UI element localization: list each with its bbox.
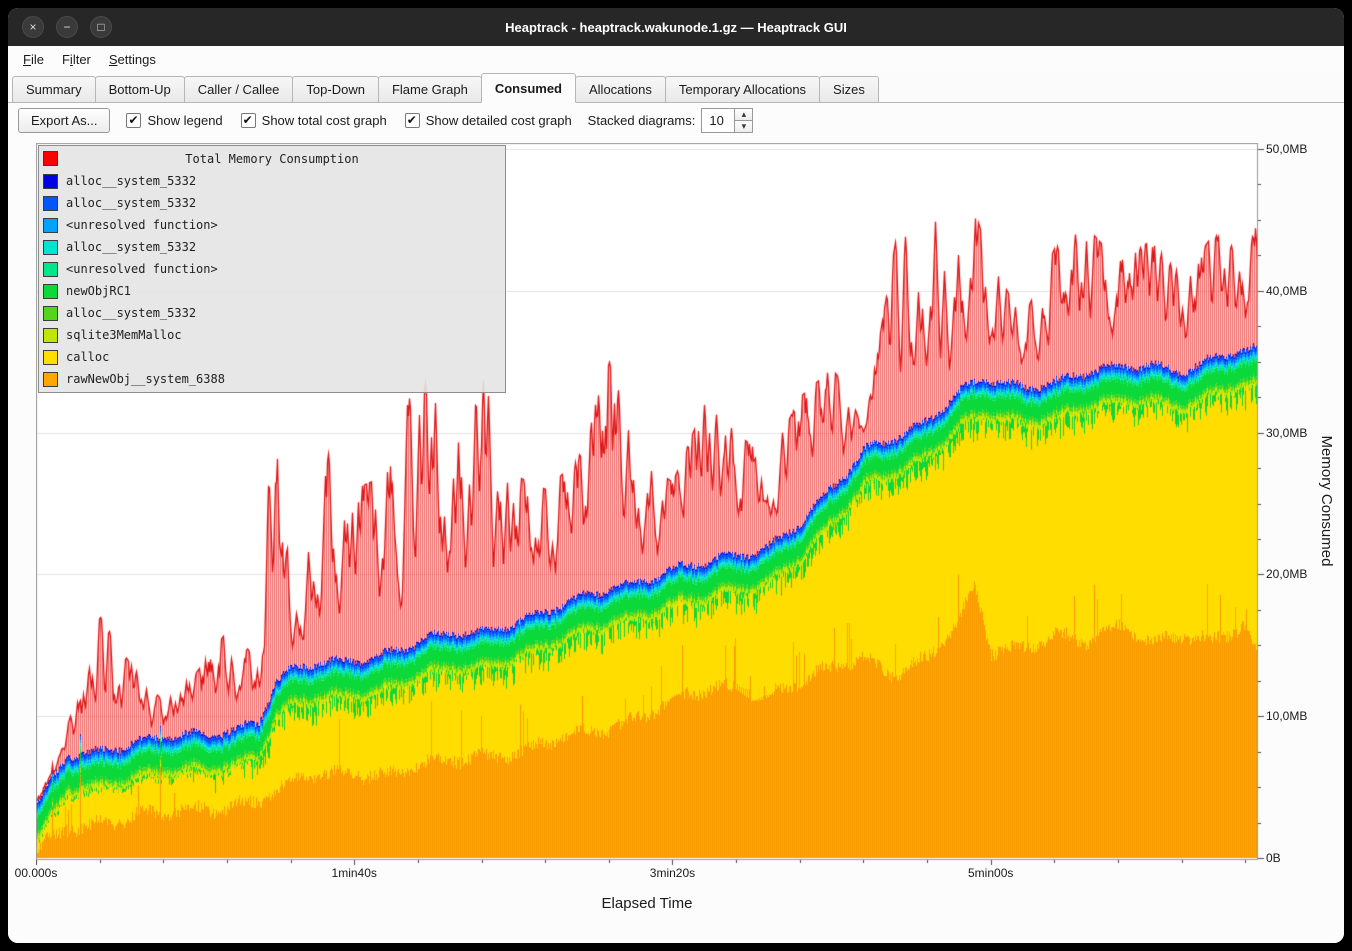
legend-title-row: Total Memory Consumption [39, 148, 505, 170]
x-axis-tick-label: 5min00s [968, 866, 1013, 880]
y-axis-tick-label: 40,0MB [1266, 284, 1307, 298]
legend-swatch-icon [43, 262, 58, 277]
chart-legend: Total Memory Consumption alloc__system_5… [38, 145, 506, 393]
y-axis-tick-label: 10,0MB [1266, 709, 1307, 723]
chart-toolbar: Export As... Show legend Show total cost… [8, 103, 1344, 138]
tab[interactable]: Top-Down [292, 76, 379, 103]
window-minimize-button[interactable]: − [56, 16, 78, 38]
legend-swatch-icon [43, 240, 58, 255]
legend-swatch-icon [43, 284, 58, 299]
chart-region: Total Memory Consumption alloc__system_5… [8, 138, 1344, 943]
y-axis-tick-label: 50,0MB [1266, 142, 1307, 156]
legend-item: <unresolved function> [39, 214, 505, 236]
legend-swatch-icon [43, 350, 58, 365]
legend-item-label: calloc [66, 350, 109, 364]
checkbox-icon[interactable] [405, 113, 420, 128]
legend-item-label: alloc__system_5332 [66, 306, 196, 320]
checkbox-label: Show detailed cost graph [426, 113, 572, 128]
window-close-button[interactable]: × [22, 16, 44, 38]
app-window: × − □ Heaptrack - heaptrack.wakunode.1.g… [8, 8, 1344, 943]
y-axis-tick-label: 0B [1266, 851, 1281, 865]
checkbox-group: Show legend Show total cost graph Show d… [126, 113, 571, 128]
legend-total-swatch-icon [43, 151, 58, 166]
legend-item: <unresolved function> [39, 258, 505, 280]
legend-item: alloc__system_5332 [39, 302, 505, 324]
legend-swatch-icon [43, 218, 58, 233]
legend-item-label: sqlite3MemMalloc [66, 328, 182, 342]
menu-bar: File Filter Settings [8, 46, 1344, 73]
legend-item-label: alloc__system_5332 [66, 174, 196, 188]
toolbar-checkbox[interactable]: Show legend [126, 113, 222, 128]
x-axis-title: Elapsed Time [602, 895, 693, 912]
legend-item: calloc [39, 346, 505, 368]
x-axis-tick-label: 3min20s [650, 866, 695, 880]
window-titlebar: × − □ Heaptrack - heaptrack.wakunode.1.g… [8, 8, 1344, 46]
legend-item: newObjRC1 [39, 280, 505, 302]
y-axis-title: Memory Consumed [1318, 436, 1335, 567]
menu-item[interactable]: File [14, 46, 53, 73]
tab-bar: Summary Bottom-Up Caller / Callee Top-Do… [8, 73, 1344, 103]
tab[interactable]: Allocations [575, 76, 666, 103]
legend-item-label: alloc__system_5332 [66, 196, 196, 210]
checkbox-icon[interactable] [241, 113, 256, 128]
legend-swatch-icon [43, 174, 58, 189]
y-axis-tick-label: 20,0MB [1266, 567, 1307, 581]
tab[interactable]: Sizes [819, 76, 879, 103]
tab[interactable]: Bottom-Up [95, 76, 185, 103]
x-axis-tick-label: 1min40s [332, 866, 377, 880]
tab[interactable]: Caller / Callee [184, 76, 294, 103]
stacked-diagrams-value[interactable]: 10 [701, 108, 735, 133]
stacked-diagrams-spinbox[interactable]: 10 [701, 108, 753, 133]
tab[interactable]: Consumed [481, 73, 576, 103]
legend-item: sqlite3MemMalloc [39, 324, 505, 346]
spinbox-arrows [735, 108, 753, 133]
y-axis-tick-label: 30,0MB [1266, 426, 1307, 440]
legend-item-label: rawNewObj__system_6388 [66, 372, 225, 386]
legend-item-label: alloc__system_5332 [66, 240, 196, 254]
checkbox-label: Show total cost graph [262, 113, 387, 128]
export-as-button[interactable]: Export As... [18, 108, 110, 133]
legend-item: alloc__system_5332 [39, 192, 505, 214]
legend-item-label: <unresolved function> [66, 218, 218, 232]
chart-plot: Total Memory Consumption alloc__system_5… [36, 143, 1258, 860]
toolbar-checkbox[interactable]: Show total cost graph [241, 113, 387, 128]
legend-item-label: <unresolved function> [66, 262, 218, 276]
legend-swatch-icon [43, 196, 58, 211]
legend-swatch-icon [43, 328, 58, 343]
spin-down-icon[interactable] [735, 120, 752, 132]
tab[interactable]: Flame Graph [378, 76, 482, 103]
checkbox-icon[interactable] [126, 113, 141, 128]
window-maximize-button[interactable]: □ [90, 16, 112, 38]
menu-item[interactable]: Settings [100, 46, 165, 73]
x-axis-tick-label: 00.000s [15, 866, 58, 880]
legend-item: alloc__system_5332 [39, 236, 505, 258]
legend-title: Total Memory Consumption [185, 152, 358, 166]
window-buttons: × − □ [22, 8, 112, 46]
stacked-diagrams-label: Stacked diagrams: [588, 113, 696, 128]
tab[interactable]: Temporary Allocations [665, 76, 820, 103]
legend-item: alloc__system_5332 [39, 170, 505, 192]
spin-up-icon[interactable] [735, 109, 752, 120]
tab[interactable]: Summary [12, 76, 96, 103]
legend-swatch-icon [43, 306, 58, 321]
menu-item[interactable]: Filter [53, 46, 100, 73]
legend-item-label: newObjRC1 [66, 284, 131, 298]
toolbar-checkbox[interactable]: Show detailed cost graph [405, 113, 572, 128]
stacked-diagrams-control: Stacked diagrams: 10 [588, 108, 754, 133]
legend-item: rawNewObj__system_6388 [39, 368, 505, 390]
legend-swatch-icon [43, 372, 58, 387]
checkbox-label: Show legend [147, 113, 222, 128]
window-title: Heaptrack - heaptrack.wakunode.1.gz — He… [505, 20, 847, 35]
